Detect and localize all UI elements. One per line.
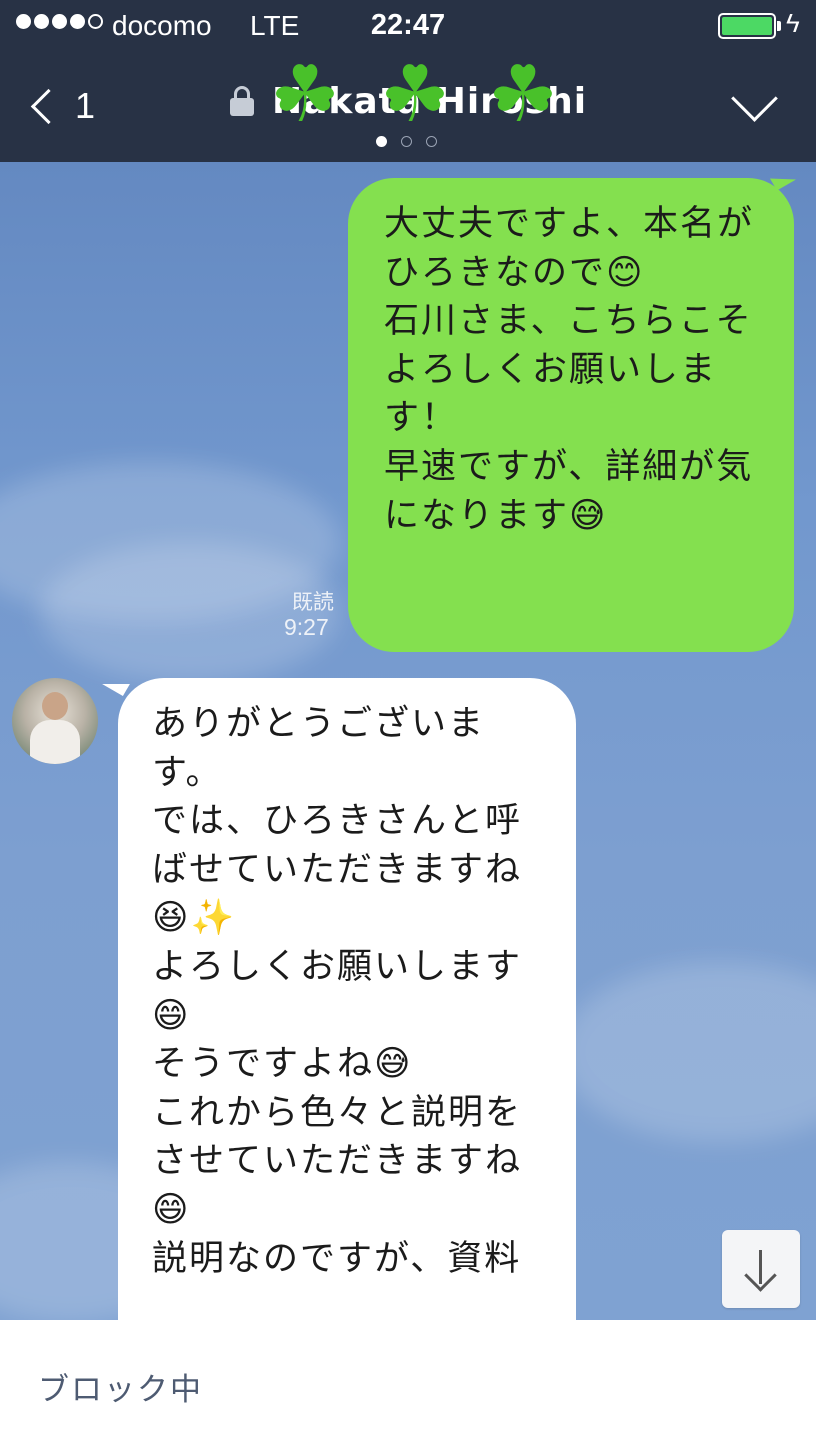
- page-dot: [401, 136, 412, 147]
- outgoing-message-bubble[interactable]: 大丈夫ですよ、本名が ひろきなので😊 石川さま、こちらこそ よろしくお願いしま …: [348, 178, 794, 652]
- message-line: す。: [152, 752, 223, 793]
- message-line: これから色々と説明を: [152, 1092, 523, 1133]
- message-line: ばせていただきますね: [152, 849, 523, 890]
- clover-icon: ☘: [270, 50, 340, 140]
- back-count: 1: [75, 85, 96, 126]
- page-indicator: [376, 136, 437, 147]
- bolt-icon: ϟ: [786, 8, 800, 38]
- footer-bar: ブロック中: [0, 1320, 816, 1448]
- message-line: よろしくお願いします: [152, 946, 523, 987]
- message-time: 9:27: [284, 614, 329, 640]
- message-line: ありがとうございま: [152, 704, 486, 744]
- message-line: させていただきますね: [152, 1141, 523, 1182]
- incoming-message-bubble[interactable]: ありがとうございま す。 では、ひろきさんと呼 ばせていただきますね 😆✨ よろ…: [118, 678, 576, 1320]
- message-line: 石川さま、こちらこそ: [384, 301, 753, 342]
- battery-icon: [718, 13, 776, 39]
- chevron-left-icon: [30, 88, 67, 124]
- message-line: そうですよね😅: [152, 1044, 413, 1085]
- chat-header: docomo LTE 22:47 ϟ 1 Nakata Hiroshi ☘ ☘ …: [0, 0, 816, 162]
- message-line: 早速ですが、詳細が気: [384, 446, 754, 487]
- back-button[interactable]: 1: [24, 76, 95, 136]
- message-line: 😄: [152, 995, 191, 1036]
- message-line: 説明なのですが、資料: [152, 1238, 522, 1279]
- chat-area[interactable]: 大丈夫ですよ、本名が ひろきなので😊 石川さま、こちらこそ よろしくお願いしま …: [0, 162, 816, 1320]
- clover-icon: ☘: [380, 50, 450, 140]
- clover-icon: ☘: [488, 50, 558, 140]
- menu-toggle-button[interactable]: [728, 75, 782, 122]
- status-time: 22:47: [370, 9, 446, 41]
- lock-icon: [230, 86, 254, 116]
- scroll-to-bottom-button[interactable]: [722, 1230, 800, 1308]
- read-receipt: 既読: [292, 591, 334, 614]
- message-line: ひろきなので😊: [384, 252, 645, 293]
- message-line: 😆✨: [152, 898, 237, 939]
- message-line: 😄: [152, 1189, 191, 1230]
- message-line: になります😅: [384, 495, 608, 536]
- status-bar: docomo LTE 22:47 ϟ: [0, 0, 816, 54]
- nav-bar: 1 Nakata Hiroshi ☘ ☘ ☘: [0, 54, 816, 162]
- message-line: よろしくお願いしま: [384, 349, 718, 390]
- blocked-status: ブロック中: [38, 1372, 203, 1408]
- message-line: す！: [384, 398, 459, 439]
- page-dot: [426, 136, 437, 147]
- avatar[interactable]: [12, 678, 98, 764]
- page-dot-active: [376, 136, 387, 147]
- message-line: 大丈夫ですよ、本名が: [384, 204, 755, 244]
- chevron-down-icon: [731, 75, 778, 122]
- message-line: では、ひろきさんと呼: [152, 801, 523, 842]
